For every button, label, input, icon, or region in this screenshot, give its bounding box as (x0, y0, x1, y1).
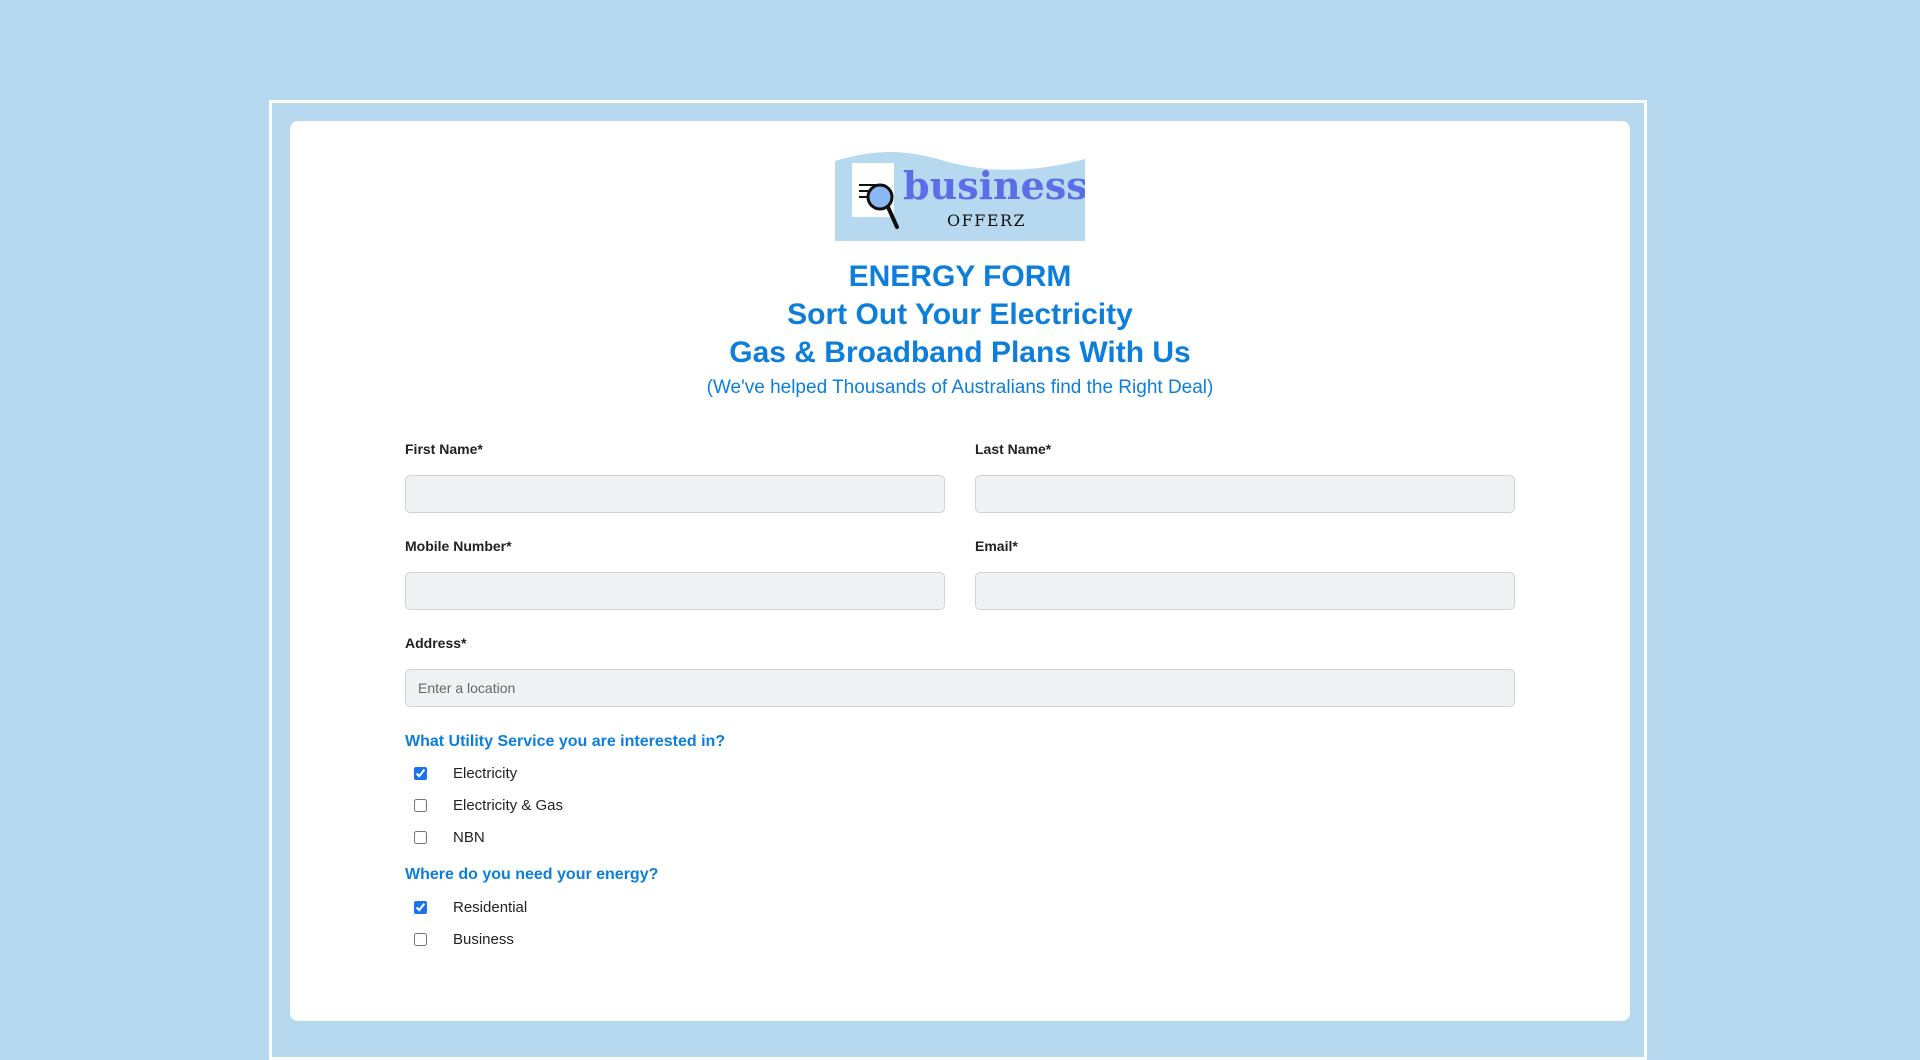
headline-line-2: Sort Out Your Electricity (787, 298, 1133, 331)
business-offerz-logo: business OFFERZ (835, 152, 1085, 241)
nbn-checkbox[interactable] (414, 830, 427, 844)
residential-checkbox[interactable] (414, 900, 427, 914)
first-name-label: First Name* (405, 441, 483, 457)
headline-line-3: Gas & Broadband Plans With Us (729, 336, 1191, 369)
form-title: ENERGY FORM (848, 260, 1072, 293)
business-label: Business (453, 930, 514, 948)
brand-name: business (903, 163, 1085, 208)
last-name-input[interactable] (975, 475, 1515, 513)
form-card (290, 121, 1630, 1021)
service-option-electricity-gas[interactable]: Electricity & Gas (414, 795, 563, 815)
location-option-business[interactable]: Business (414, 929, 514, 949)
nbn-label: NBN (453, 828, 485, 846)
electricity-checkbox[interactable] (414, 766, 427, 780)
address-label: Address* (405, 635, 467, 651)
mobile-number-label: Mobile Number* (405, 538, 512, 554)
residential-label: Residential (453, 898, 528, 916)
email-input[interactable] (975, 572, 1515, 610)
brand-tagline: OFFERZ (947, 211, 1026, 230)
address-input[interactable] (405, 669, 1515, 707)
electricity-label: Electricity (453, 764, 518, 782)
subheadline: (We've helped Thousands of Australians f… (706, 377, 1214, 398)
email-label: Email* (975, 538, 1018, 554)
electricity-gas-label: Electricity & Gas (453, 796, 564, 814)
service-option-nbn[interactable]: NBN (414, 827, 485, 847)
location-option-residential[interactable]: Residential (414, 897, 527, 917)
utility-service-title: What Utility Service you are interested … (405, 733, 726, 750)
electricity-gas-checkbox[interactable] (414, 798, 427, 812)
business-checkbox[interactable] (414, 932, 427, 946)
energy-location-title: Where do you need your energy? (405, 866, 659, 883)
first-name-input[interactable] (405, 475, 945, 513)
mobile-number-input[interactable] (405, 572, 945, 610)
service-option-electricity[interactable]: Electricity (414, 763, 517, 783)
last-name-label: Last Name* (975, 441, 1052, 457)
